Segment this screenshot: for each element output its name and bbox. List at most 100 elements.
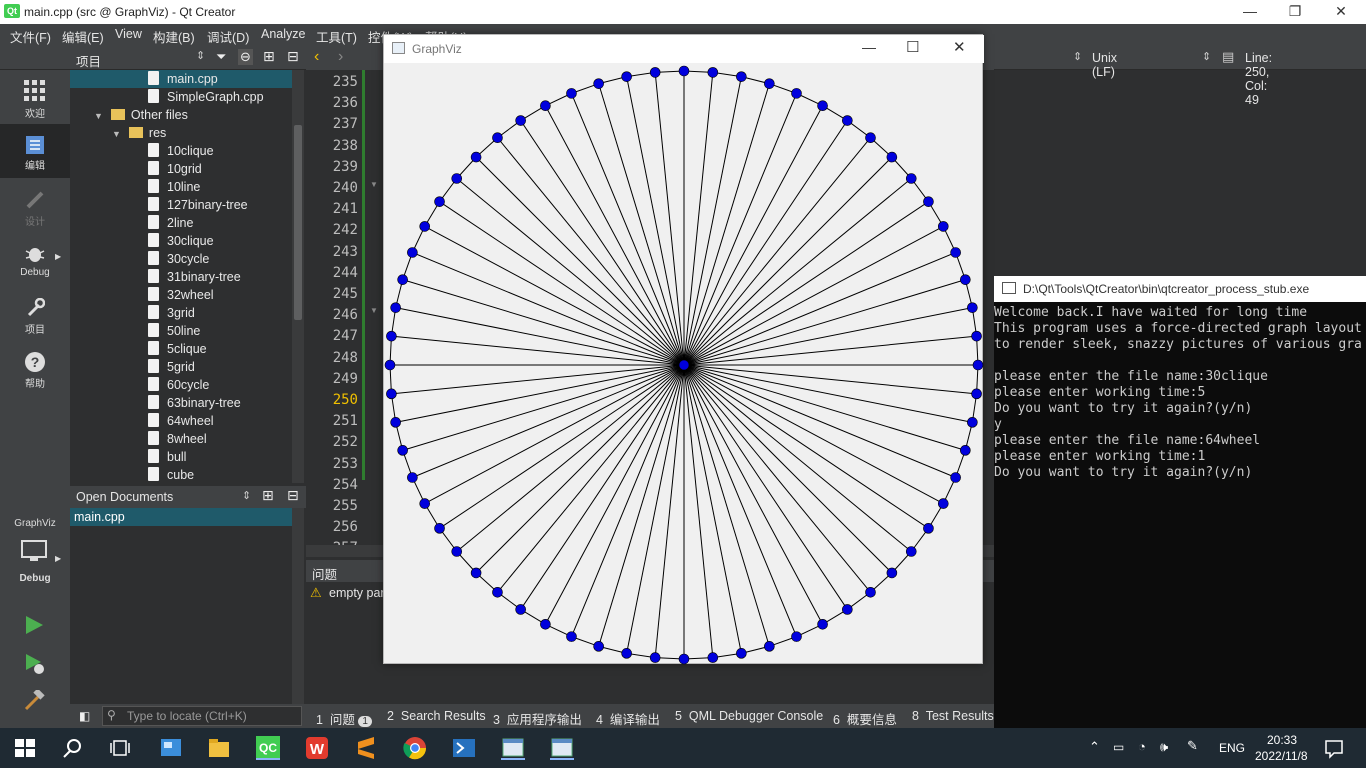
fold-marker-icon[interactable]: ▼ (370, 306, 378, 315)
volume-icon[interactable]: 🕪 (1160, 739, 1168, 755)
menu-view[interactable]: View (115, 27, 142, 41)
forward-icon[interactable]: › (338, 48, 343, 66)
mode-design[interactable]: 设计 (0, 190, 70, 228)
qt-creator-taskbar-icon[interactable]: QC (256, 736, 280, 760)
debug-run-icon[interactable] (24, 653, 46, 678)
windows-start-icon[interactable] (13, 736, 37, 760)
tab-summary[interactable]: 6 概要信息 (833, 709, 897, 728)
close-panel-icon[interactable]: ⊟ (287, 48, 299, 65)
encoding-arrows-icon[interactable]: ⇕ (1073, 50, 1082, 63)
build-hammer-icon[interactable] (23, 688, 45, 715)
tab-search-results[interactable]: 2 Search Results (387, 709, 486, 723)
cursor-position[interactable]: Line: 250, Col: 49 (1245, 51, 1272, 107)
wifi-icon[interactable]: ◔ (1138, 739, 1146, 754)
issue-item[interactable]: empty par (329, 586, 385, 600)
tab-qml-console[interactable]: 5 QML Debugger Console (675, 709, 823, 723)
tree-res-file[interactable]: bull (148, 448, 186, 466)
tree-res-file[interactable]: 10grid (148, 160, 202, 178)
task-view-icon[interactable] (108, 736, 132, 760)
close-button[interactable]: ✕ (1331, 3, 1351, 20)
open-docs-arrows-icon[interactable]: ⇕ (242, 489, 251, 502)
open-document-item[interactable]: main.cpp (70, 508, 292, 526)
back-icon[interactable]: ‹ (314, 48, 319, 66)
powershell-icon[interactable] (452, 736, 476, 760)
tab-app-output[interactable]: 3 应用程序输出 (493, 709, 582, 728)
tab-test-results[interactable]: 8 Test Results (912, 709, 994, 723)
tree-res-file[interactable]: 3grid (148, 304, 195, 322)
tree-res-file[interactable]: 60cycle (148, 376, 209, 394)
split-icon[interactable]: ⊞ (263, 48, 275, 65)
debug-expand-icon[interactable]: ▶ (55, 252, 61, 261)
tree-res-file[interactable]: 63binary-tree (148, 394, 241, 412)
menu-edit[interactable]: 编辑(E) (62, 27, 104, 46)
panel-selector-arrows-icon[interactable]: ⇕ (196, 49, 205, 62)
tree-folder-other-files[interactable]: ▼ Other files (94, 106, 188, 124)
filter-icon[interactable]: ⏷ (216, 49, 226, 65)
clock-time[interactable]: 20:33 (1267, 733, 1297, 747)
target-expand-icon[interactable]: ▶ (55, 554, 61, 563)
tree-scroll-thumb[interactable] (294, 125, 302, 320)
menu-analyze[interactable]: Analyze (261, 27, 305, 41)
battery-icon[interactable]: ▭ (1113, 740, 1124, 754)
menu-file[interactable]: 文件(F) (10, 27, 51, 46)
tree-res-file[interactable]: 5grid (148, 358, 195, 376)
tree-res-file[interactable]: 32wheel (148, 286, 214, 304)
tree-res-file[interactable]: 64wheel (148, 412, 214, 430)
minimize-button[interactable]: — (1240, 3, 1260, 19)
clock-date[interactable]: 2022/11/8 (1255, 749, 1308, 763)
tree-res-file[interactable]: 8wheel (148, 430, 207, 448)
restore-button[interactable]: ❐ (1285, 3, 1305, 20)
chrome-icon[interactable] (403, 736, 427, 760)
wps-icon[interactable]: W (305, 736, 329, 760)
gv-close-button[interactable]: ✕ (953, 38, 966, 56)
tab-compile-output[interactable]: 4 编译输出 (596, 709, 660, 728)
split-icon[interactable]: ⊞ (262, 487, 274, 504)
search-icon[interactable] (61, 736, 85, 760)
mode-welcome[interactable]: 欢迎 (0, 80, 70, 120)
gv-minimize-button[interactable]: — (862, 39, 876, 55)
file-explorer-icon[interactable] (207, 736, 231, 760)
collapse-arrow-icon[interactable]: ▼ (94, 111, 103, 121)
tree-folder-res[interactable]: ▼ res (112, 124, 166, 142)
close-panel-icon[interactable]: ⊟ (287, 487, 299, 504)
tab-issues[interactable]: 1 问题 1 (316, 709, 372, 728)
tray-expand-icon[interactable]: ⌃ (1089, 739, 1100, 755)
fold-marker-icon[interactable]: ▼ (370, 180, 378, 189)
tree-res-file[interactable]: 50line (148, 322, 200, 340)
tree-res-file[interactable]: 31binary-tree (148, 268, 241, 286)
tree-res-file[interactable]: cube (148, 466, 194, 483)
tree-res-file[interactable]: 10clique (148, 142, 214, 160)
mode-edit[interactable]: 编辑 (0, 124, 70, 178)
tree-file-main[interactable]: main.cpp (70, 70, 292, 88)
line-ending-arrows-icon[interactable]: ⇕ (1202, 50, 1211, 63)
tree-res-file[interactable]: 30cycle (148, 250, 209, 268)
mode-projects[interactable]: 项目 (0, 298, 70, 336)
line-ending-select[interactable]: Unix (LF) (1092, 51, 1117, 79)
control-panel-icon[interactable] (159, 736, 183, 760)
process-stub-icon[interactable] (501, 736, 525, 760)
pen-icon[interactable]: ✎ (1187, 738, 1198, 754)
gv-maximize-button[interactable]: ☐ (906, 38, 919, 56)
tree-res-file[interactable]: 10line (148, 178, 200, 196)
link-icon[interactable]: ⊖ (238, 49, 253, 65)
mode-help[interactable]: ? 帮助 (0, 352, 70, 390)
mode-debug[interactable]: Debug (0, 244, 70, 278)
sidebar-toggle-icon[interactable]: ◧ (79, 709, 90, 723)
language-indicator[interactable]: ENG (1219, 741, 1245, 755)
tree-res-file[interactable]: 127binary-tree (148, 196, 248, 214)
tree-res-file[interactable]: 5clique (148, 340, 207, 358)
notification-icon[interactable] (1322, 736, 1346, 760)
menu-tools[interactable]: 工具(T) (316, 27, 357, 46)
menu-build[interactable]: 构建(B) (153, 27, 195, 46)
tree-file-simplegraph[interactable]: SimpleGraph.cpp (148, 88, 264, 106)
tree-res-file[interactable]: 30clique (148, 232, 214, 250)
tree-res-file[interactable]: 2line (148, 214, 193, 232)
locator-input[interactable]: ⚲ Type to locate (Ctrl+K) (102, 706, 302, 726)
run-icon[interactable] (24, 615, 44, 638)
collapse-arrow-icon[interactable]: ▼ (112, 129, 121, 139)
sublime-icon[interactable] (354, 736, 378, 760)
open-docs-scrollbar[interactable] (292, 508, 304, 704)
monitor-icon[interactable] (21, 540, 47, 567)
graphviz-taskbar-icon[interactable] (550, 736, 574, 760)
menu-debug[interactable]: 调试(D) (207, 27, 249, 46)
